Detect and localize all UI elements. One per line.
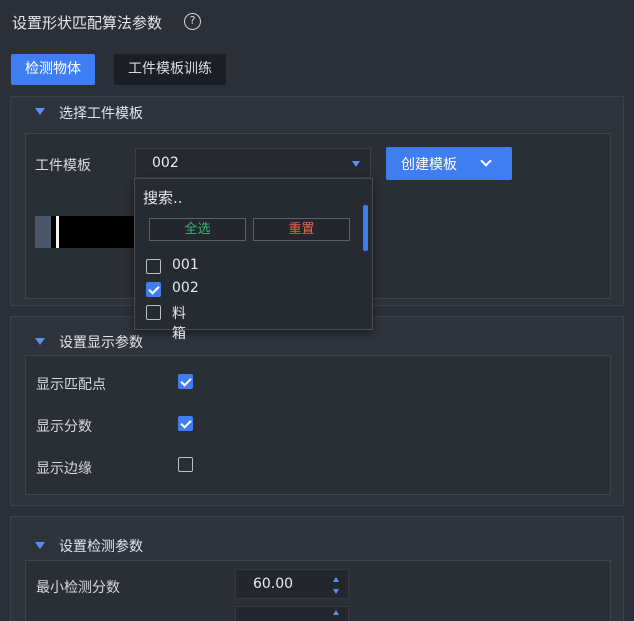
section-header: 选择工件模板 — [59, 106, 143, 122]
caret-down-icon — [352, 161, 360, 167]
help-icon[interactable]: ? — [184, 13, 201, 30]
min-score-label: 最小检测分数 — [36, 580, 120, 596]
option-label: 002 — [172, 280, 199, 296]
min-score-input[interactable]: 60.00 — [235, 569, 349, 599]
create-template-button[interactable]: 创建模板 — [386, 147, 512, 180]
show-score-label: 显示分数 — [36, 419, 92, 435]
collapse-triangle-icon[interactable] — [35, 542, 45, 549]
dropdown-scrollbar[interactable] — [363, 205, 368, 251]
reset-button[interactable]: 重置 — [253, 218, 350, 241]
chevron-down-icon — [480, 155, 492, 167]
show-match-points-checkbox[interactable] — [178, 374, 193, 389]
template-dropdown: 搜索.. 全选 重置 001 002 料箱 — [134, 178, 373, 342]
template-field-label: 工件模板 — [35, 158, 91, 174]
template-select[interactable]: 002 — [135, 148, 371, 178]
template-thumbnail — [51, 216, 137, 248]
option-checkbox[interactable] — [146, 282, 161, 297]
show-score-checkbox[interactable] — [178, 416, 193, 431]
spin-up-icon[interactable] — [333, 610, 339, 615]
show-edges-label: 显示边缘 — [36, 461, 92, 477]
option-label: 料箱 — [172, 306, 186, 342]
template-select-value: 002 — [152, 155, 179, 171]
dropdown-search-input[interactable]: 搜索.. — [143, 187, 183, 208]
show-edges-checkbox[interactable] — [178, 457, 193, 472]
select-all-button[interactable]: 全选 — [149, 218, 246, 241]
tab-template-training[interactable]: 工件模板训练 — [114, 54, 226, 85]
section-header: 设置显示参数 — [59, 335, 143, 351]
page-title: 设置形状匹配算法参数 — [12, 14, 163, 32]
spin-down-icon[interactable] — [333, 589, 339, 594]
create-template-label: 创建模板 — [401, 157, 457, 173]
collapse-triangle-icon[interactable] — [35, 338, 45, 345]
show-match-points-label: 显示匹配点 — [36, 377, 106, 393]
section-header: 设置检测参数 — [59, 539, 143, 555]
thumbnail-edge-line — [56, 216, 59, 248]
option-checkbox[interactable] — [146, 259, 161, 274]
spin-up-icon[interactable] — [333, 577, 339, 582]
collapse-triangle-icon[interactable] — [35, 108, 45, 115]
next-param-input[interactable] — [235, 606, 349, 621]
display-section: 设置显示参数 — [10, 316, 624, 506]
tab-detect-object[interactable]: 检测物体 — [11, 54, 95, 85]
option-checkbox[interactable] — [146, 305, 161, 320]
thumbnail-handle — [35, 216, 51, 248]
display-inner-box — [25, 355, 611, 495]
min-score-value: 60.00 — [253, 576, 294, 592]
option-label: 001 — [172, 257, 199, 273]
